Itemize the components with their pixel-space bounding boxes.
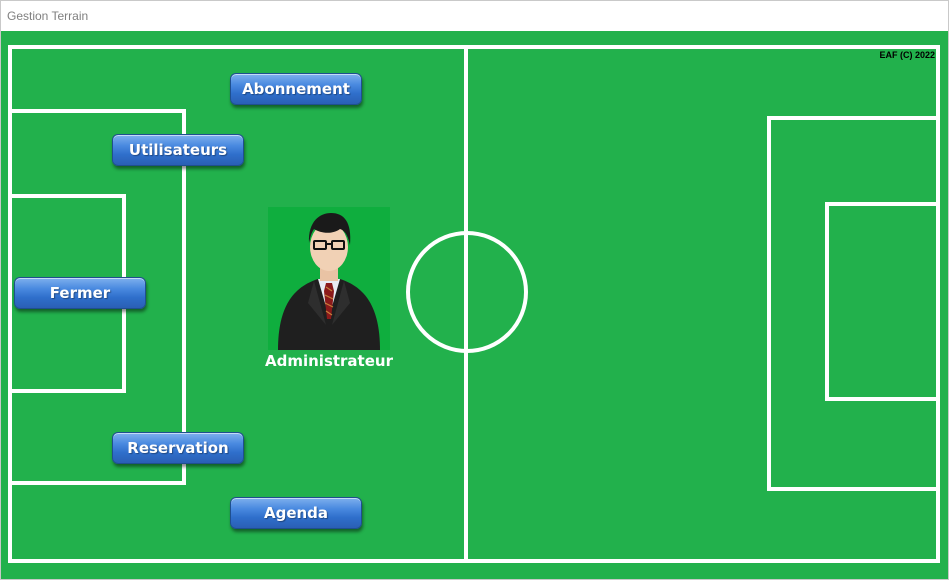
user-role-label: Administrateur	[265, 352, 393, 370]
abonnement-button[interactable]: Abonnement	[230, 73, 362, 105]
title-bar: Gestion Terrain	[1, 1, 948, 31]
businessman-avatar-icon	[278, 213, 380, 350]
right-goal-area	[825, 202, 938, 401]
reservation-button[interactable]: Reservation	[112, 432, 244, 464]
football-pitch: EAF (C) 2022 Abonnement Utilisateurs Fer…	[1, 31, 948, 579]
right-penalty-area	[767, 116, 938, 491]
app-window: Gestion Terrain EAF (C) 2022 Abonnement …	[0, 0, 949, 580]
agenda-button[interactable]: Agenda	[230, 497, 362, 529]
copyright-text: EAF (C) 2022	[879, 50, 935, 60]
utilisateurs-button[interactable]: Utilisateurs	[112, 134, 244, 166]
administrator-avatar	[268, 207, 390, 350]
fermer-button[interactable]: Fermer	[14, 277, 146, 309]
window-title: Gestion Terrain	[7, 9, 89, 23]
